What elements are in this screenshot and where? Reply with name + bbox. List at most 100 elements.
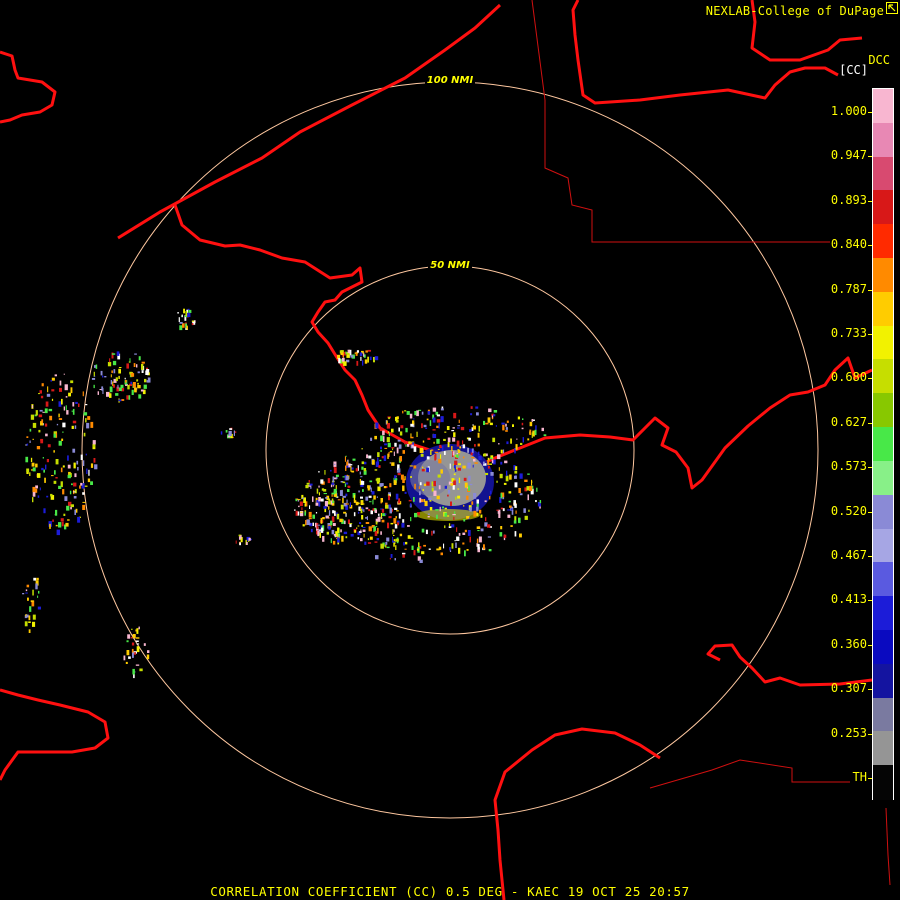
echo-speckle [458, 419, 460, 424]
echo-speckle [413, 497, 415, 502]
echo-speckle [315, 502, 319, 506]
legend-tick-mark [868, 733, 872, 735]
echo-speckle [496, 480, 498, 483]
echo-speckle [506, 441, 509, 445]
legend-swatch [873, 629, 893, 665]
echo-speckle [490, 457, 493, 460]
echo-speckle [94, 464, 98, 470]
echo-speckle [476, 526, 481, 529]
echo-speckle [115, 377, 118, 382]
echo-speckle [85, 404, 88, 406]
echo-speckle [394, 442, 397, 447]
echo-speckle [312, 514, 315, 519]
echo-speckle [361, 515, 364, 520]
echo-speckle [70, 506, 72, 510]
radar-echoes [22, 308, 547, 679]
echo-speckle [315, 512, 318, 514]
echo-speckle [394, 558, 396, 561]
product-footer: CORRELATION COEFFICIENT (CC) 0.5 DEG - K… [210, 884, 690, 899]
echo-speckle [493, 414, 496, 417]
legend-tick-label: 0.627 [830, 414, 867, 429]
echo-speckle [381, 517, 383, 519]
echo-speckle [414, 512, 418, 518]
echo-speckle [423, 544, 426, 547]
echo-speckle [109, 358, 111, 363]
echo-speckle [387, 442, 391, 448]
echo-speckle [419, 491, 421, 496]
echo-speckle [390, 522, 394, 525]
echo-speckle [29, 428, 32, 432]
echo-speckle [47, 444, 51, 448]
echo-speckle [74, 425, 77, 429]
echo-speckle [472, 453, 475, 456]
echo-speckle [97, 391, 99, 395]
echo-speckle [182, 323, 185, 328]
echo-speckle [435, 509, 439, 511]
echo-speckle [82, 492, 85, 495]
echo-speckle [136, 379, 138, 382]
echo-speckle [141, 364, 144, 370]
echo-speckle [447, 437, 451, 443]
echo-speckle [472, 464, 474, 468]
echo-speckle [353, 512, 356, 517]
echo-speckle [454, 540, 456, 542]
echo-speckle [42, 457, 44, 459]
echo-speckle [344, 483, 347, 487]
echo-speckle [246, 541, 248, 545]
echo-speckle [342, 495, 346, 498]
echo-speckle [65, 522, 69, 527]
echo-speckle [331, 498, 334, 502]
echo-speckle [39, 409, 43, 412]
echo-speckle [371, 459, 375, 465]
echo-speckle [345, 455, 347, 457]
legend-tick-label: 0.733 [830, 326, 867, 340]
echo-speckle [70, 504, 74, 508]
echo-speckle [335, 474, 339, 477]
echo-speckle [458, 533, 461, 536]
echo-speckle [25, 589, 28, 592]
echo-speckle [35, 583, 38, 590]
legend-swatch [873, 359, 893, 394]
echo-speckle [488, 549, 492, 552]
echo-speckle [132, 652, 134, 658]
echo-speckle [356, 360, 359, 366]
echo-speckle [40, 438, 44, 444]
echo-speckle [46, 393, 51, 397]
echo-speckle [64, 384, 68, 391]
echo-speckle [507, 514, 511, 518]
echo-speckle [477, 543, 480, 550]
echo-speckle [82, 483, 85, 485]
echo-speckle [72, 491, 76, 493]
echo-speckle [514, 531, 517, 537]
echo-speckle [234, 431, 237, 433]
echo-speckle [502, 449, 505, 454]
echo-speckle [389, 450, 393, 453]
echo-speckle [492, 417, 494, 420]
legend-tick-label: 0.467 [830, 548, 867, 562]
legend-tick-label: 0.413 [830, 592, 867, 607]
echo-speckle [47, 386, 49, 393]
echo-speckle [485, 422, 489, 425]
echo-speckle [124, 377, 126, 380]
echo-speckle [513, 520, 517, 524]
echo-speckle [331, 529, 335, 535]
echo-speckle [474, 444, 476, 447]
echo-speckle [462, 465, 466, 469]
echo-speckle [410, 517, 412, 522]
echo-speckle [427, 437, 431, 440]
echo-speckle [363, 533, 365, 538]
echo-speckle [462, 440, 464, 445]
legend-swatch [873, 596, 893, 631]
legend-tick-label: 0.360 [830, 636, 867, 651]
echo-speckle [70, 387, 73, 394]
echo-speckle [111, 353, 116, 355]
echo-speckle [134, 387, 137, 393]
echo-speckle [80, 454, 83, 460]
echo-speckle [365, 350, 368, 353]
echo-speckle [391, 428, 394, 433]
echo-speckle [452, 427, 455, 429]
echo-speckle [349, 502, 351, 507]
echo-speckle [483, 544, 485, 550]
echo-speckle [462, 542, 465, 545]
echo-speckle [183, 308, 185, 314]
